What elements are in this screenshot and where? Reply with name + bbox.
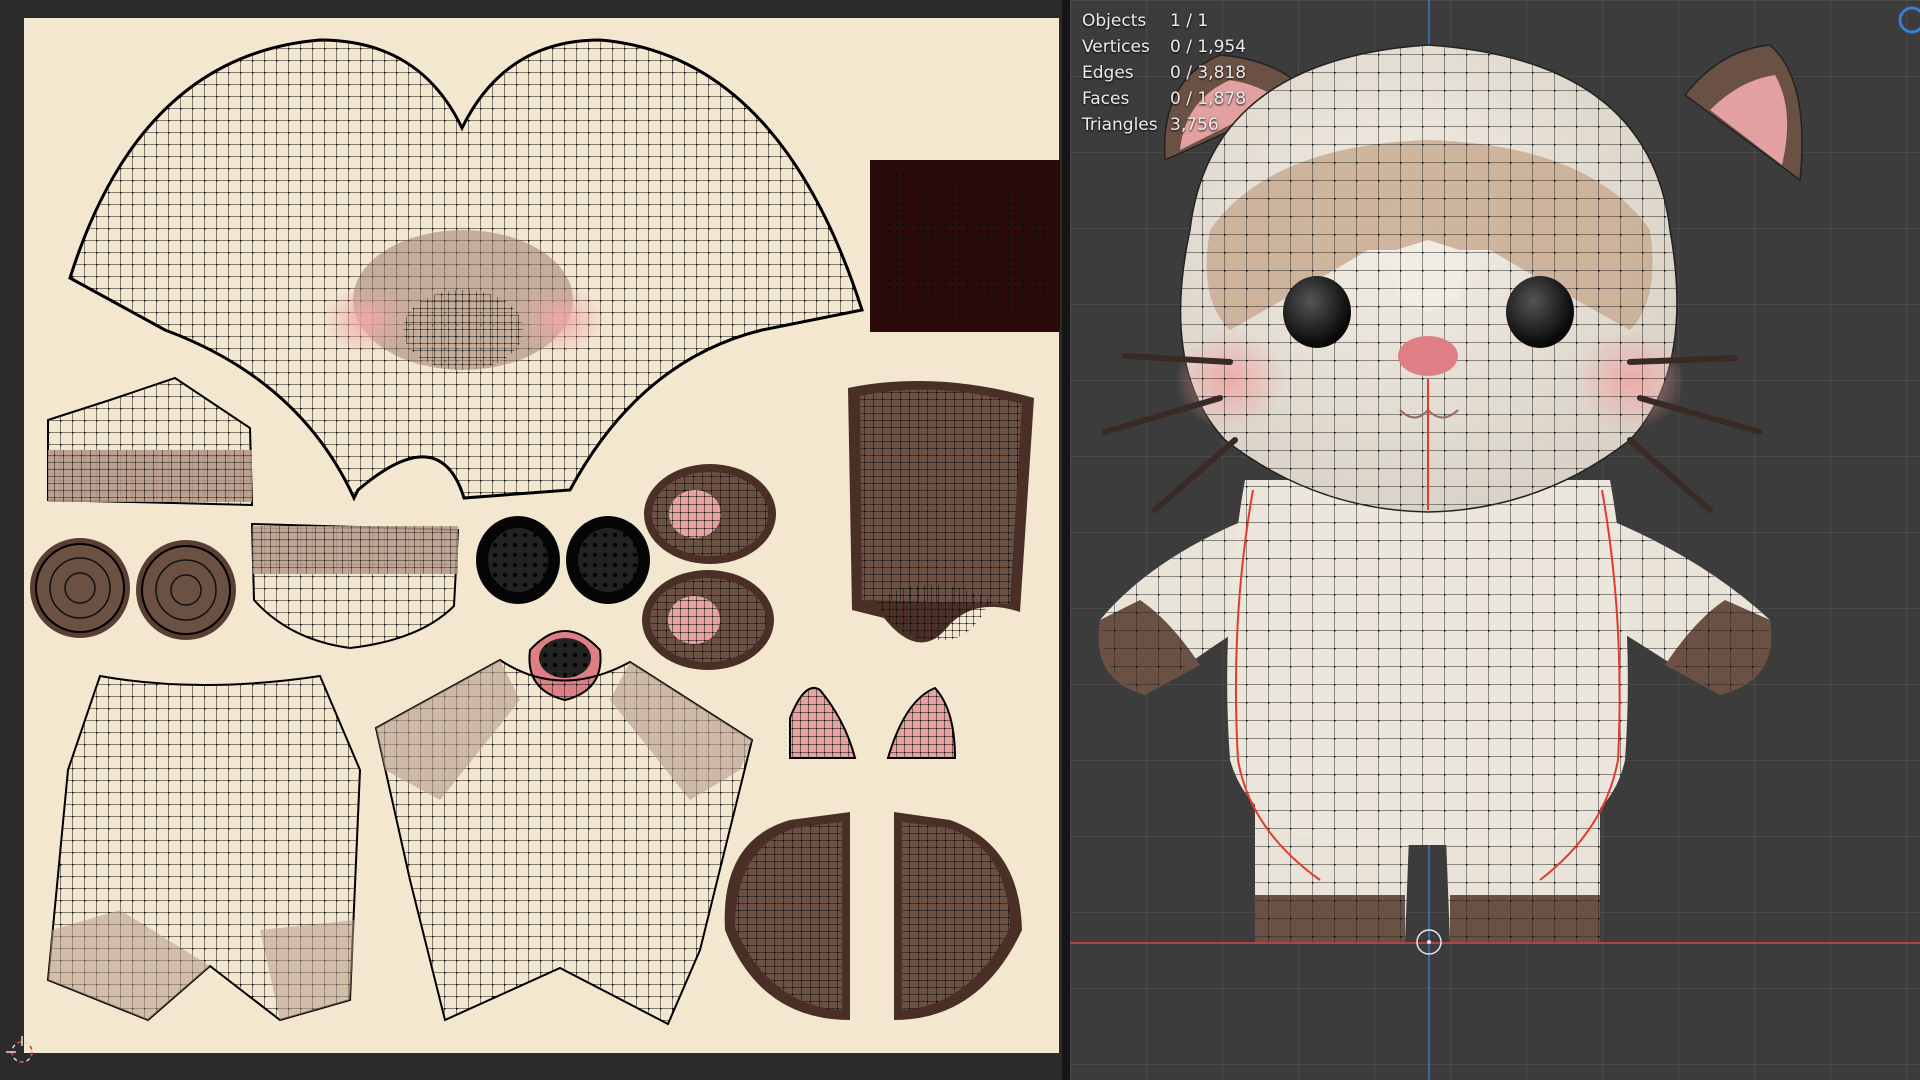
navigation-gizmo-icon[interactable] xyxy=(1898,6,1920,34)
origin-icon xyxy=(1416,929,1442,955)
stat-label: Triangles xyxy=(1082,115,1158,135)
cat-torso xyxy=(1227,480,1628,881)
stat-label: Vertices xyxy=(1082,37,1150,57)
stat-label: Faces xyxy=(1082,89,1130,109)
uv-editor[interactable] xyxy=(0,0,1062,1080)
viewport-3d[interactable]: Objects 1 / 1 Vertices 0 / 1,954 Edges 0… xyxy=(1070,0,1920,1080)
stat-triangles: Triangles 3,756 xyxy=(1082,112,1246,138)
cat-eye-right xyxy=(1506,276,1574,348)
uv-canvas[interactable] xyxy=(0,0,1062,1080)
cat-head xyxy=(1175,44,1685,513)
stat-label: Objects xyxy=(1082,11,1147,31)
stat-edges: Edges 0 / 3,818 xyxy=(1082,60,1246,86)
area-splitter[interactable] xyxy=(1062,0,1070,1080)
uv-island-sleeve xyxy=(848,380,1034,643)
stat-value: 0 / 3,818 xyxy=(1170,63,1247,83)
uv-island-body-front xyxy=(46,674,362,1022)
stat-value: 0 / 1,878 xyxy=(1170,89,1247,109)
stat-value: 3,756 xyxy=(1170,115,1219,135)
stat-value: 0 / 1,954 xyxy=(1170,37,1247,57)
viewport-statistics-overlay: Objects 1 / 1 Vertices 0 / 1,954 Edges 0… xyxy=(1082,8,1246,138)
stat-label: Edges xyxy=(1082,63,1134,83)
cat-eye-left xyxy=(1283,276,1351,348)
stat-objects: Objects 1 / 1 xyxy=(1082,8,1246,34)
uv-island-whiskers xyxy=(870,160,1060,332)
cat-model[interactable] xyxy=(1070,0,1920,1080)
stat-value: 1 / 1 xyxy=(1170,11,1209,31)
stat-faces: Faces 0 / 1,878 xyxy=(1082,86,1246,112)
cat-nose xyxy=(1398,336,1458,376)
stat-vertices: Vertices 0 / 1,954 xyxy=(1082,34,1246,60)
